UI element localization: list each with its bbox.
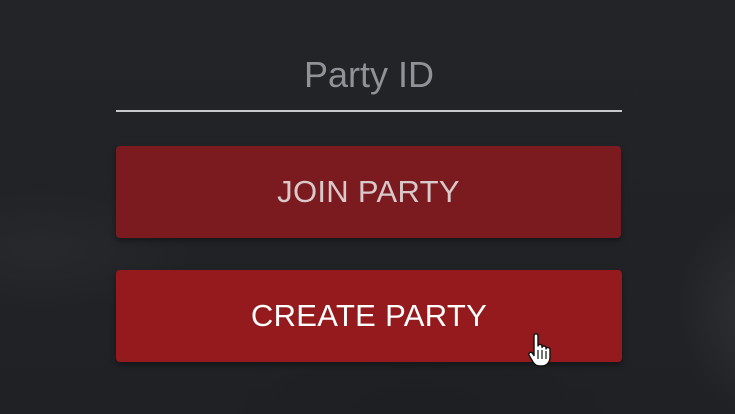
- join-party-label: JOIN PARTY: [277, 174, 460, 209]
- party-id-input[interactable]: [116, 40, 622, 112]
- party-id-field: [116, 40, 622, 114]
- create-party-label: CREATE PARTY: [250, 298, 488, 333]
- hand-pointer-icon: [527, 333, 555, 369]
- join-party-button[interactable]: JOIN PARTY: [116, 146, 621, 238]
